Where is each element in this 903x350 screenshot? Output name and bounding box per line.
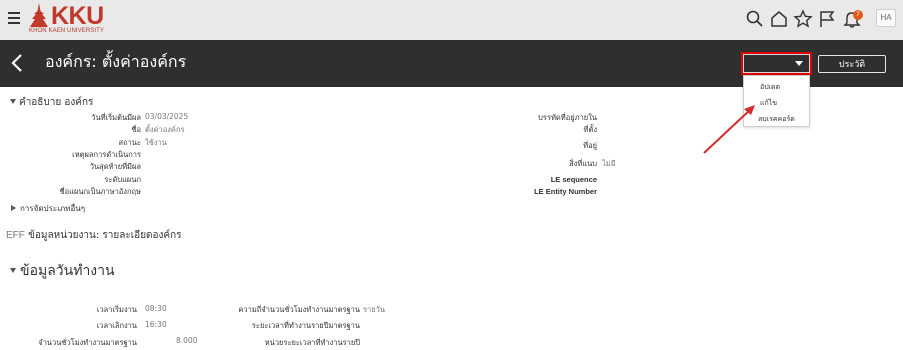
- field-value: ใช้งาน: [145, 138, 167, 147]
- field-label: จำนวนชั่วโมงทำงานมาตรฐาน: [38, 338, 137, 347]
- field-label: ที่ตั้ง: [583, 125, 597, 134]
- field-value: ไม่มี: [602, 159, 616, 168]
- field-label: ระดับแผนก: [104, 175, 141, 184]
- back-arrow-icon[interactable]: [9, 52, 27, 74]
- field-label: เวลาเลิกงาน: [96, 321, 137, 330]
- field-label: บรรทัดที่อยู่ภายใน: [538, 113, 597, 122]
- field-label: ชื่อ: [131, 125, 141, 134]
- search-icon[interactable]: [745, 9, 765, 29]
- field-label: วันสุดท้ายที่มีผล: [89, 162, 141, 171]
- field-label: หน่วยระยะเวลาที่ทำงานรายปี: [264, 338, 360, 347]
- field-value: 08:30: [145, 304, 167, 313]
- field-label: ความถี่จำนวนชั่วโมงทำงานมาตรฐาน: [238, 305, 360, 314]
- top-bar: KKU KHON KAEN UNIVERSITY 7 HA: [0, 0, 903, 40]
- field-label: เหตุผลการดำเนินการ: [72, 150, 141, 159]
- eff-section-header: EFF ข้อมูลหน่วยงาน: รายละเอียดองค์กร: [6, 228, 182, 243]
- description-section-header[interactable]: คำอธิบาย องค์กร: [10, 95, 93, 110]
- expand-triangle-icon: [11, 205, 16, 211]
- logo-subtitle: KHON KAEN UNIVERSITY: [29, 28, 105, 34]
- collapse-triangle-icon: [10, 99, 16, 104]
- logo[interactable]: KKU KHON KAEN UNIVERSITY: [28, 2, 112, 37]
- logo-text: KKU: [51, 2, 104, 30]
- field-label: วันที่เริ่มต้นมีผล: [91, 113, 141, 122]
- notification-badge: 7: [853, 10, 863, 20]
- field-value: 03/03/2025: [145, 112, 189, 121]
- description-section-title: คำอธิบาย องค์กร: [19, 97, 94, 108]
- edit-button-highlight-box: [741, 52, 812, 75]
- menu-item-edit[interactable]: แก้ไข: [760, 98, 777, 109]
- eff-prefix: EFF: [6, 230, 25, 241]
- field-value: 16:30: [145, 320, 167, 329]
- annotation-arrow-icon: [703, 105, 755, 154]
- field-label: LE Entity Number: [534, 187, 597, 196]
- eff-section-title: ข้อมูลหน่วยงาน: รายละเอียดองค์กร: [28, 230, 182, 241]
- history-button[interactable]: ประวัติ: [818, 55, 886, 73]
- field-label: LE sequence: [550, 175, 597, 184]
- other-classifications-label: การจัดประเภทอื่นๆ: [20, 204, 86, 213]
- menu-item-delete-record[interactable]: ลบเรคคอร์ด: [758, 114, 795, 125]
- workday-section-title: ข้อมูลวันทำงาน: [20, 263, 115, 279]
- field-label: ที่อยู่: [583, 141, 597, 150]
- field-value: ตั้งค่าองค์กร: [145, 125, 185, 134]
- field-value: 8.000: [176, 336, 198, 345]
- field-label: เวลาเริ่มงาน: [96, 305, 137, 314]
- field-label: สถานะ: [118, 138, 142, 147]
- star-icon[interactable]: [793, 9, 813, 29]
- home-icon[interactable]: [769, 9, 789, 29]
- avatar[interactable]: HA: [876, 9, 896, 27]
- other-classifications-toggle[interactable]: การจัดประเภทอื่นๆ: [11, 202, 85, 215]
- field-label: ชื่อแผนกเป็นภาษาอังกฤษ: [59, 187, 141, 196]
- field-value: รายวัน: [363, 305, 385, 314]
- field-label: ระยะเวลาที่ทำงานรายปีมาตรฐาน: [251, 321, 360, 330]
- workday-section-header[interactable]: ข้อมูลวันทำงาน: [10, 260, 115, 282]
- page-title: องค์กร: ตั้งค่าองค์กร: [45, 52, 187, 71]
- field-label: สิ่งที่แนบ: [569, 159, 597, 168]
- menu-item-update[interactable]: อัปเดต: [760, 82, 780, 93]
- temple-logo-icon: [30, 3, 48, 27]
- flag-icon[interactable]: [817, 9, 837, 29]
- hamburger-menu-icon[interactable]: [8, 12, 20, 24]
- collapse-triangle-icon: [10, 268, 16, 273]
